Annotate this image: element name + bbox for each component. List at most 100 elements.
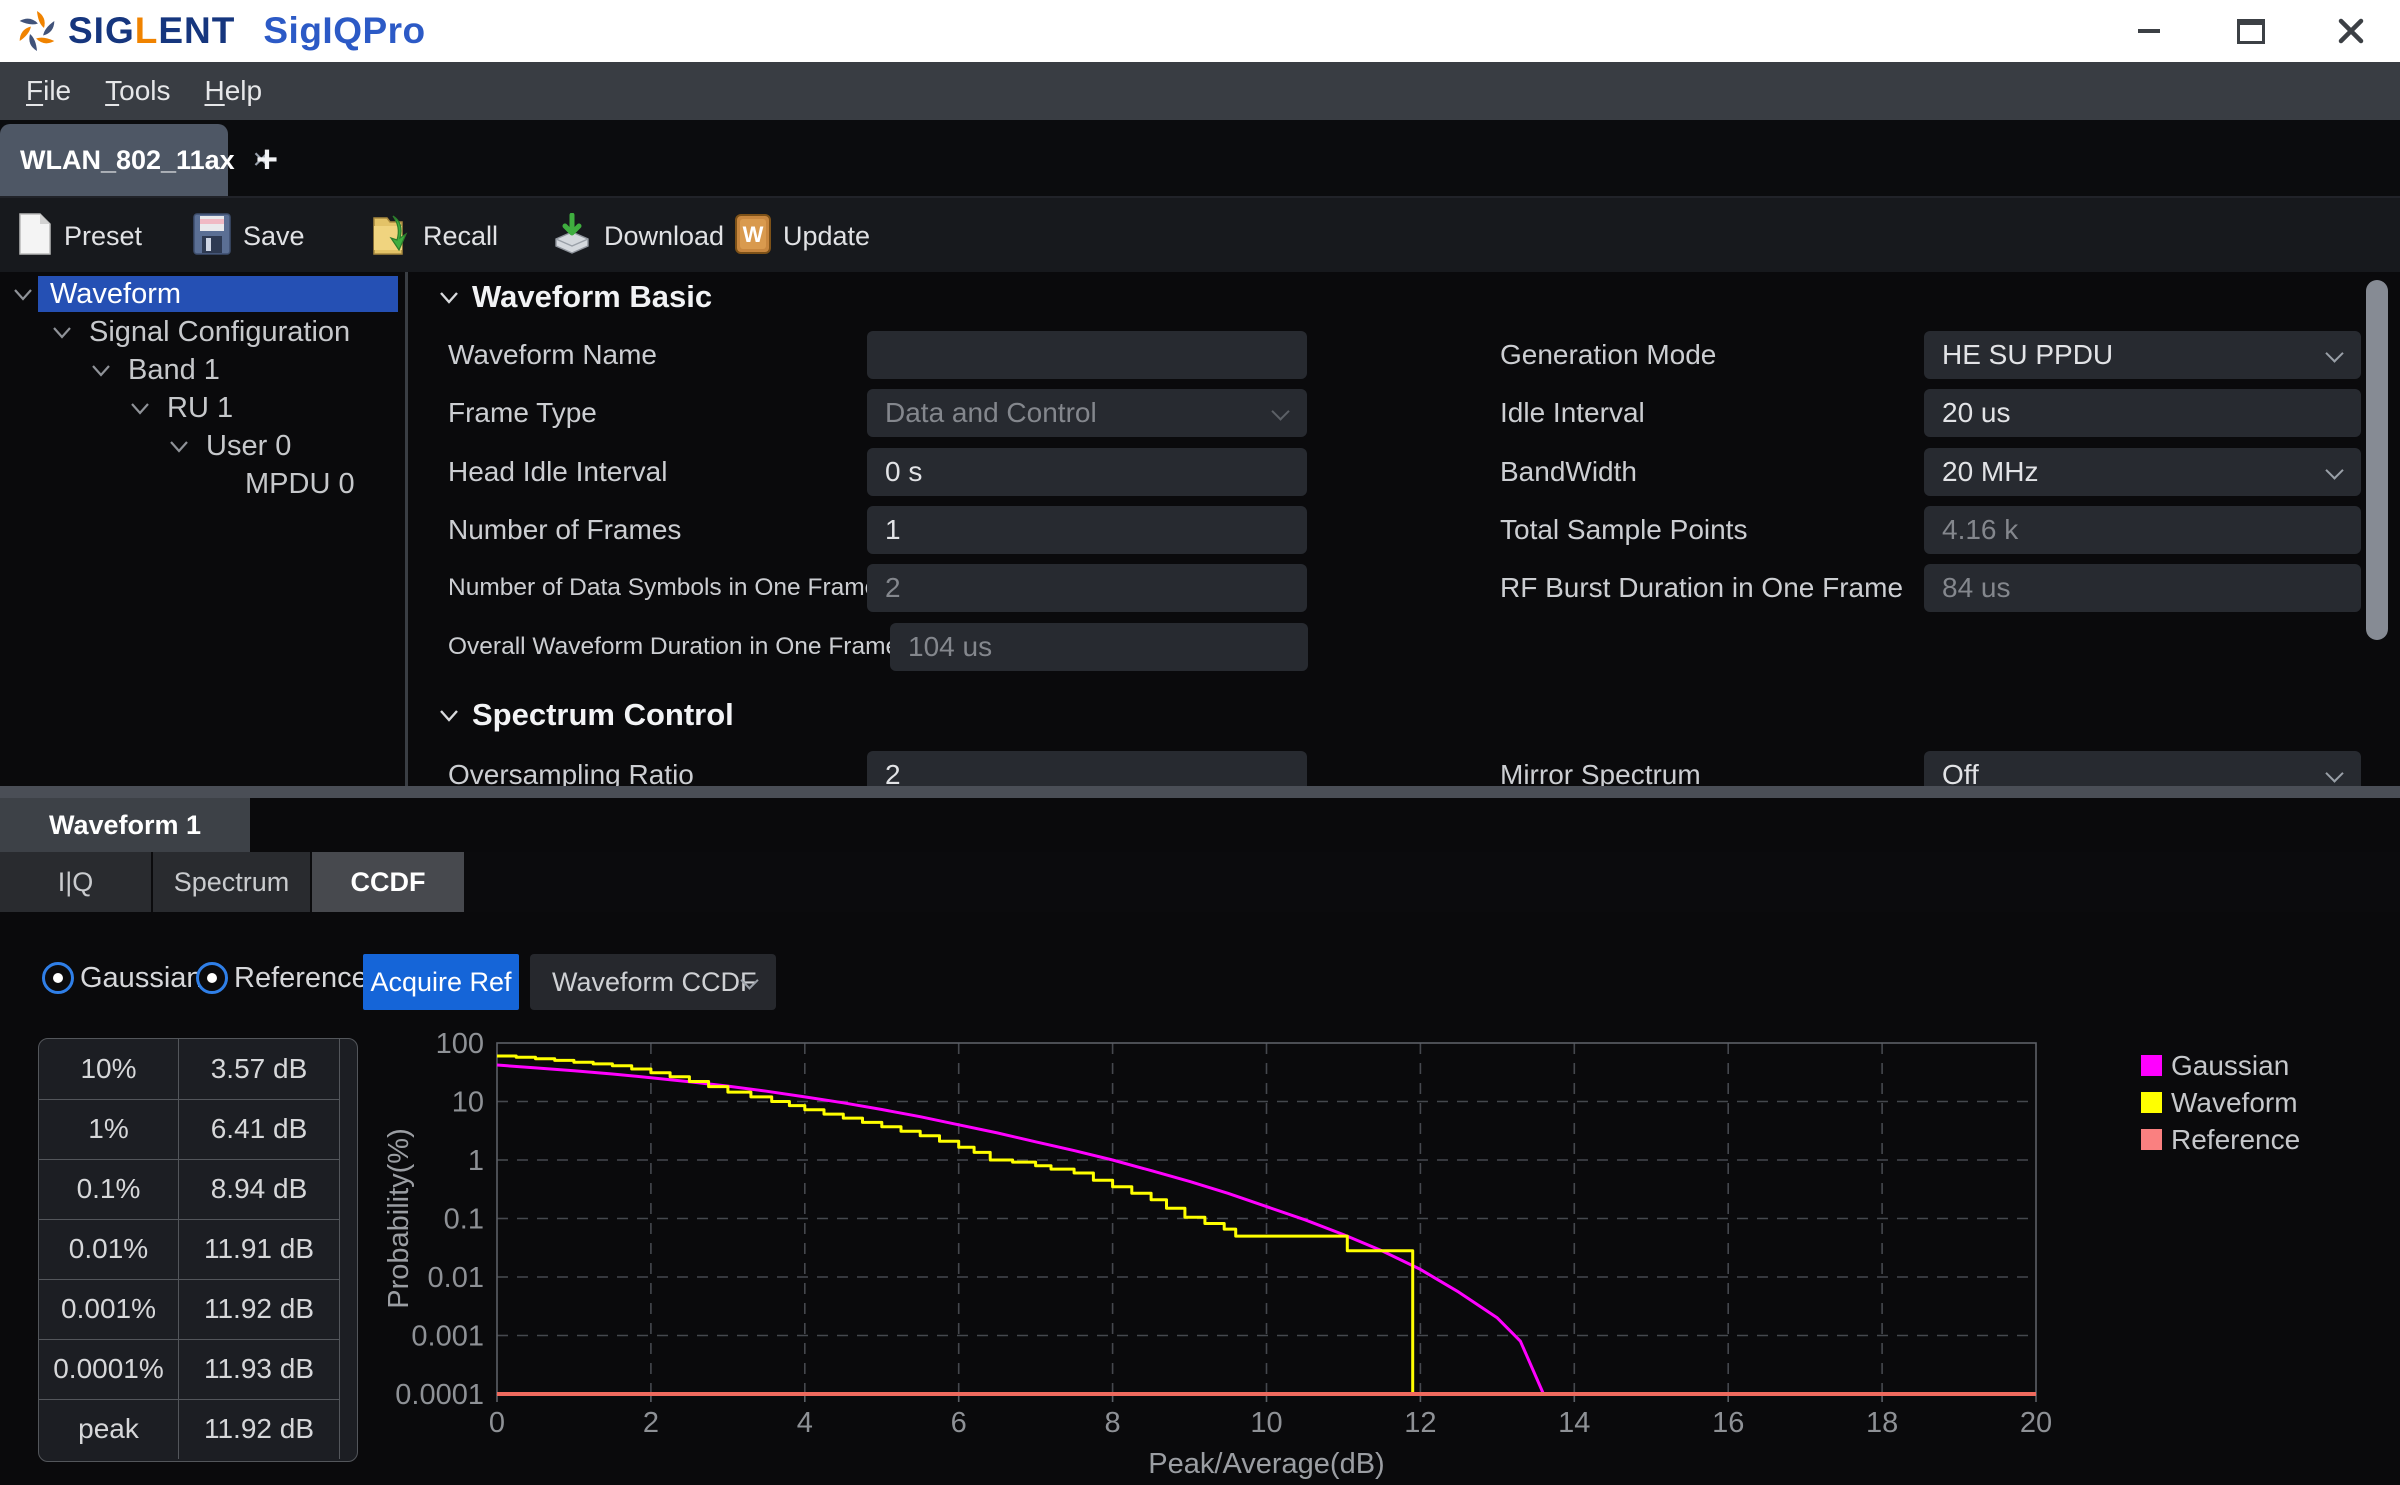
svg-text:0.0001: 0.0001 (395, 1379, 484, 1411)
radio-dot (53, 973, 63, 983)
view-tab-spectrum[interactable]: Spectrum (153, 852, 310, 912)
svg-text:1: 1 (468, 1145, 484, 1177)
toolbar-button-recall[interactable]: Recall (371, 198, 498, 274)
ccdf-chart: 024681012141618201001010.10.010.0010.000… (380, 1020, 2100, 1480)
tree-item-label: User 0 (206, 428, 291, 464)
legend-item-gaussian: Gaussian (2141, 1047, 2400, 1084)
field-label-bandwidth: BandWidth (1500, 448, 1637, 496)
stats-value-cell: 8.94 dB (179, 1159, 340, 1219)
field-label-oversampling-ratio: Oversampling Ratio (448, 751, 694, 790)
tree-item-band-1[interactable]: Band 1 (0, 352, 405, 388)
input-idle-interval[interactable]: 20 us (1924, 389, 2361, 437)
menu-item-help[interactable]: Help (197, 71, 271, 111)
stats-row: peak11.92 dB (39, 1399, 339, 1459)
tree-expand-chevron-icon[interactable] (51, 325, 73, 345)
title-bar: SIGLENT SigIQPro (0, 0, 2400, 62)
close-button[interactable] (2316, 0, 2386, 62)
tab-label: WLAN_802_11ax (20, 145, 235, 176)
toolbar-button-preset[interactable]: Preset (18, 198, 142, 274)
tree-expand-chevron-icon[interactable] (90, 363, 112, 383)
waveform-config-panel: Waveform Basic Waveform NameFrame TypeDa… (408, 272, 2400, 790)
section-spectrum-control[interactable]: Spectrum Control (438, 695, 734, 735)
ccdf-mode-select[interactable]: Waveform CCDF (530, 954, 776, 1010)
acquire-ref-button[interactable]: Acquire Ref (363, 954, 519, 1010)
legend-swatch (2141, 1055, 2162, 1076)
menu-accelerator: F (26, 75, 43, 106)
tree-expand-chevron-icon[interactable] (168, 439, 190, 459)
tree-item-user-0[interactable]: User 0 (0, 428, 405, 464)
tree-item-waveform[interactable]: Waveform (0, 276, 405, 312)
stats-row: 0.001%11.92 dB (39, 1279, 339, 1340)
toolbar-button-label: Download (604, 221, 724, 252)
ccdf-mode-value: Waveform CCDF (552, 954, 757, 1010)
menu-bar: File Tools Help (0, 62, 2400, 120)
input-head-idle-interval[interactable]: 0 s (867, 448, 1307, 496)
field-label-mirror-spectrum: Mirror Spectrum (1500, 751, 1701, 790)
dropdown-bandwidth[interactable]: 20 MHz (1924, 448, 2361, 496)
tree-item-signal-configuration[interactable]: Signal Configuration (0, 314, 405, 350)
section-waveform-basic[interactable]: Waveform Basic (438, 277, 712, 317)
stats-percent-cell: 0.01% (39, 1219, 179, 1279)
tree-item-ru-1[interactable]: RU 1 (0, 390, 405, 426)
field-label-head-idle-interval: Head Idle Interval (448, 448, 667, 496)
configuration-tree: WaveformSignal ConfigurationBand 1RU 1Us… (0, 272, 405, 790)
radio-dot (207, 973, 217, 983)
reference-radio[interactable] (196, 962, 228, 994)
reference-radio-label[interactable]: Reference (234, 948, 368, 1008)
toolbar: Preset Save Recall Download W Update (0, 196, 2400, 274)
stats-row: 1%6.41 dB (39, 1099, 339, 1160)
stats-percent-cell: 0.0001% (39, 1339, 179, 1399)
stats-row: 0.1%8.94 dB (39, 1159, 339, 1220)
add-tab-button[interactable]: + (236, 124, 298, 196)
stats-percent-cell: 1% (39, 1099, 179, 1159)
toolbar-button-save[interactable]: Save (193, 198, 305, 274)
svg-text:Probability(%): Probability(%) (383, 1128, 415, 1309)
svg-text:16: 16 (1712, 1407, 1744, 1439)
menu-item-file[interactable]: File (18, 71, 79, 111)
tab-waveform-1[interactable]: Waveform 1 (0, 798, 250, 852)
tab-wlan-802-11ax[interactable]: WLAN_802_11ax × (0, 124, 228, 196)
input-number-of-data-symbols-in-one-frame: 2 (867, 564, 1307, 612)
tree-expand-chevron-icon[interactable] (12, 287, 34, 307)
view-tab-iq[interactable]: I|Q (0, 852, 151, 912)
stats-value-cell: 11.92 dB (179, 1279, 340, 1339)
ccdf-plot-svg: 024681012141618201001010.10.010.0010.000… (380, 1020, 2100, 1480)
stats-row: 10%3.57 dB (39, 1039, 339, 1100)
toolbar-button-update[interactable]: W Update (735, 198, 870, 274)
input-number-of-frames[interactable]: 1 (867, 506, 1307, 554)
view-tab-ccdf[interactable]: CCDF (312, 852, 464, 912)
toolbar-button-label: Preset (64, 221, 142, 252)
section-title: Waveform Basic (472, 279, 712, 315)
dropdown-mirror-spectrum[interactable]: Off (1924, 751, 2361, 790)
minimize-button[interactable] (2114, 0, 2184, 62)
horizontal-splitter[interactable] (0, 786, 2400, 798)
chevron-down-icon (1271, 402, 1289, 420)
input-oversampling-ratio[interactable]: 2 (867, 751, 1307, 790)
collapse-chevron-icon (438, 290, 460, 305)
chart-legend: GaussianWaveformReference (2141, 1047, 2400, 1158)
config-scrollbar[interactable] (2366, 280, 2388, 640)
legend-item-waveform: Waveform (2141, 1084, 2400, 1121)
svg-text:2: 2 (643, 1407, 659, 1439)
folder-recall-icon (371, 212, 411, 261)
stats-percent-cell: 10% (39, 1039, 179, 1099)
dropdown-generation-mode[interactable]: HE SU PPDU (1924, 331, 2361, 379)
svg-text:W: W (743, 222, 764, 247)
menu-accelerator: T (105, 75, 119, 106)
stats-value-cell: 3.57 dB (179, 1039, 340, 1099)
chevron-down-icon (2325, 344, 2343, 362)
maximize-button[interactable] (2216, 0, 2286, 62)
toolbar-button-label: Recall (423, 221, 498, 252)
toolbar-button-download[interactable]: Download (552, 198, 724, 274)
tree-expand-chevron-icon[interactable] (129, 401, 151, 421)
input-waveform-name[interactable] (867, 331, 1307, 379)
gaussian-radio-label[interactable]: Gaussian (80, 948, 203, 1008)
toolbar-button-label: Update (783, 221, 870, 252)
svg-text:6: 6 (951, 1407, 967, 1439)
dropdown-frame-type: Data and Control (867, 389, 1307, 437)
menu-item-tools[interactable]: Tools (97, 71, 178, 111)
legend-swatch (2141, 1092, 2162, 1113)
tree-item-mpdu-0[interactable]: MPDU 0 (0, 466, 405, 502)
chevron-down-icon (2325, 764, 2343, 782)
gaussian-radio[interactable] (42, 962, 74, 994)
